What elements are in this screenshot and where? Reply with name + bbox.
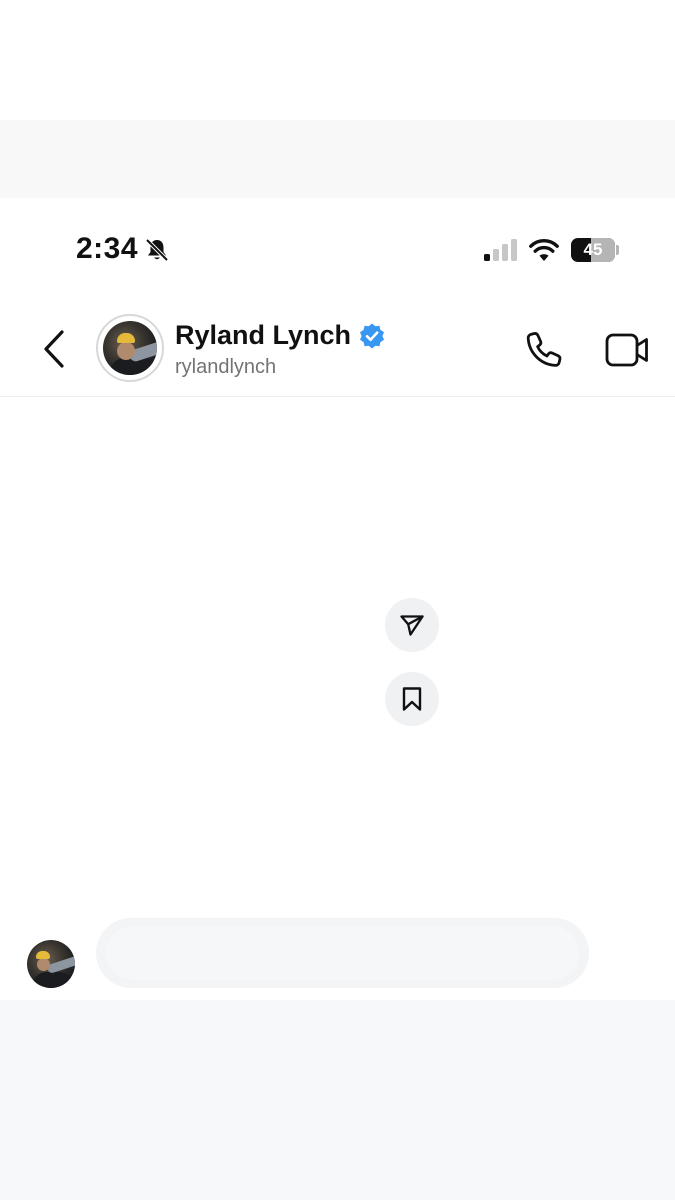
chevron-left-icon[interactable] <box>36 326 72 372</box>
message-bubble[interactable] <box>96 918 589 988</box>
avatar[interactable] <box>103 321 157 375</box>
sender-avatar-body <box>31 972 75 988</box>
battery-nub <box>616 245 619 255</box>
battery-indicator: 45 <box>571 238 615 262</box>
bottom-gray-area <box>0 1000 675 1200</box>
bookmark-icon <box>402 687 422 711</box>
contact-handle: rylandlynch <box>175 356 277 378</box>
screen: 2:34 45 Ryland Lynch rylandlynch <box>0 0 675 1200</box>
wifi-icon <box>529 239 559 261</box>
chat-screen <box>0 198 675 1000</box>
message-bubble-content <box>106 926 579 980</box>
sender-avatar[interactable] <box>27 940 75 988</box>
top-blank-area <box>0 0 675 120</box>
cellular-signal-icon <box>484 239 517 261</box>
verified-badge-icon <box>360 323 384 349</box>
status-time: 2:34 <box>76 232 139 265</box>
send-icon <box>400 615 424 636</box>
phone-icon[interactable] <box>522 328 566 372</box>
top-gray-band <box>0 120 675 198</box>
video-camera-icon[interactable] <box>604 330 650 370</box>
save-button[interactable] <box>385 672 439 726</box>
avatar-hat <box>117 333 135 343</box>
sender-avatar-hat <box>36 951 50 959</box>
battery-level: 45 <box>583 240 603 259</box>
share-button[interactable] <box>385 598 439 652</box>
avatar-face <box>117 342 135 360</box>
header-divider <box>0 396 675 397</box>
contact-name[interactable]: Ryland Lynch <box>175 320 351 351</box>
sender-avatar-face <box>37 958 50 971</box>
bell-slash-icon <box>145 238 169 262</box>
